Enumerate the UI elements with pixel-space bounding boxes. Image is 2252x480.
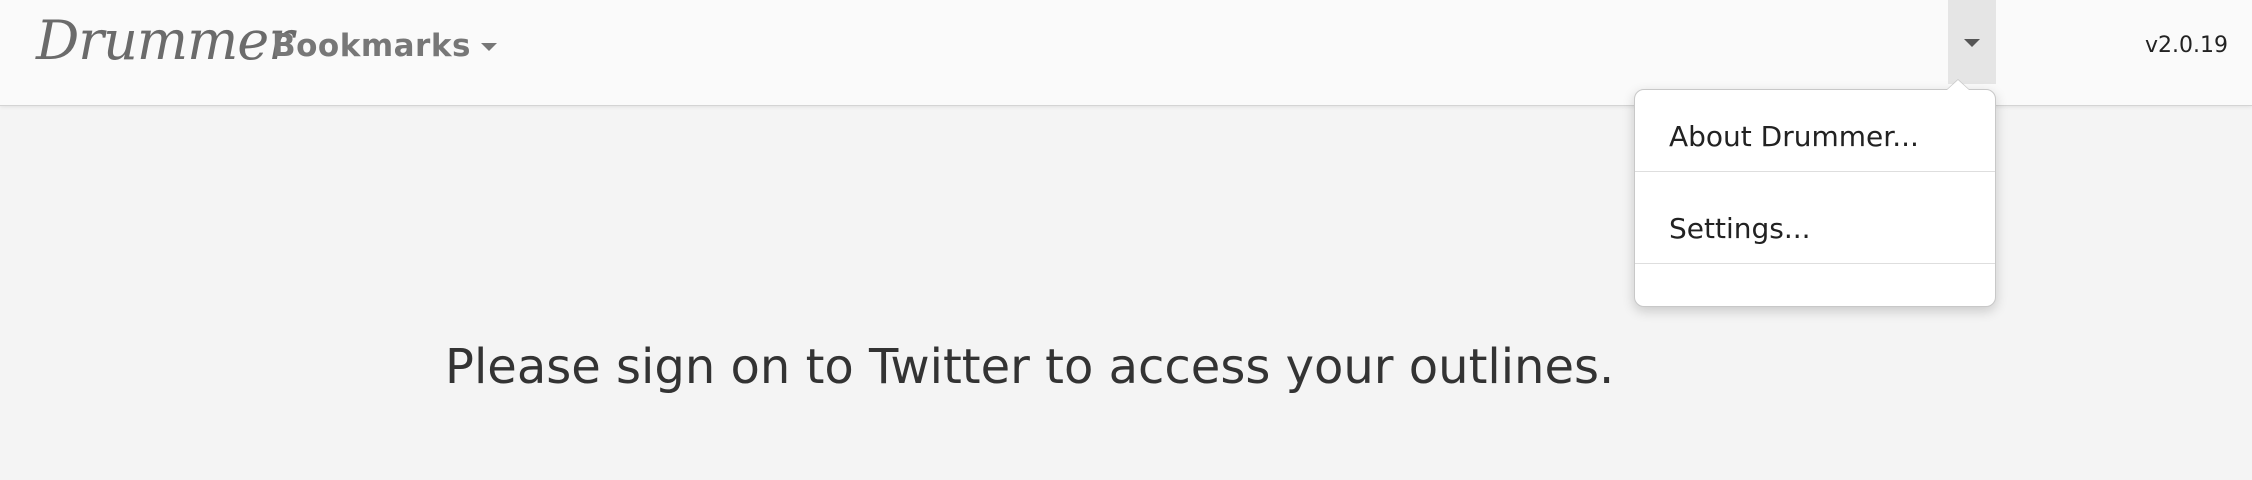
bookmarks-menu[interactable]: Bookmarks (272, 26, 497, 66)
menu-divider (1635, 263, 1995, 264)
bookmarks-menu-label: Bookmarks (272, 28, 471, 64)
menu-divider (1635, 171, 1995, 172)
sign-on-message: Please sign on to Twitter to access your… (445, 339, 1615, 395)
user-menu-dropdown: About Drummer... Settings... (1634, 79, 1996, 307)
version-label: v2.0.19 (2145, 33, 2228, 58)
menu-item-settings[interactable]: Settings... (1635, 182, 1995, 274)
user-menu-toggle[interactable] (1948, 0, 1996, 84)
brand-logo[interactable]: Drummer (36, 6, 294, 76)
chevron-down-icon (1964, 39, 1980, 47)
menu-item-about[interactable]: About Drummer... (1635, 90, 1995, 182)
chevron-down-icon (480, 43, 497, 51)
